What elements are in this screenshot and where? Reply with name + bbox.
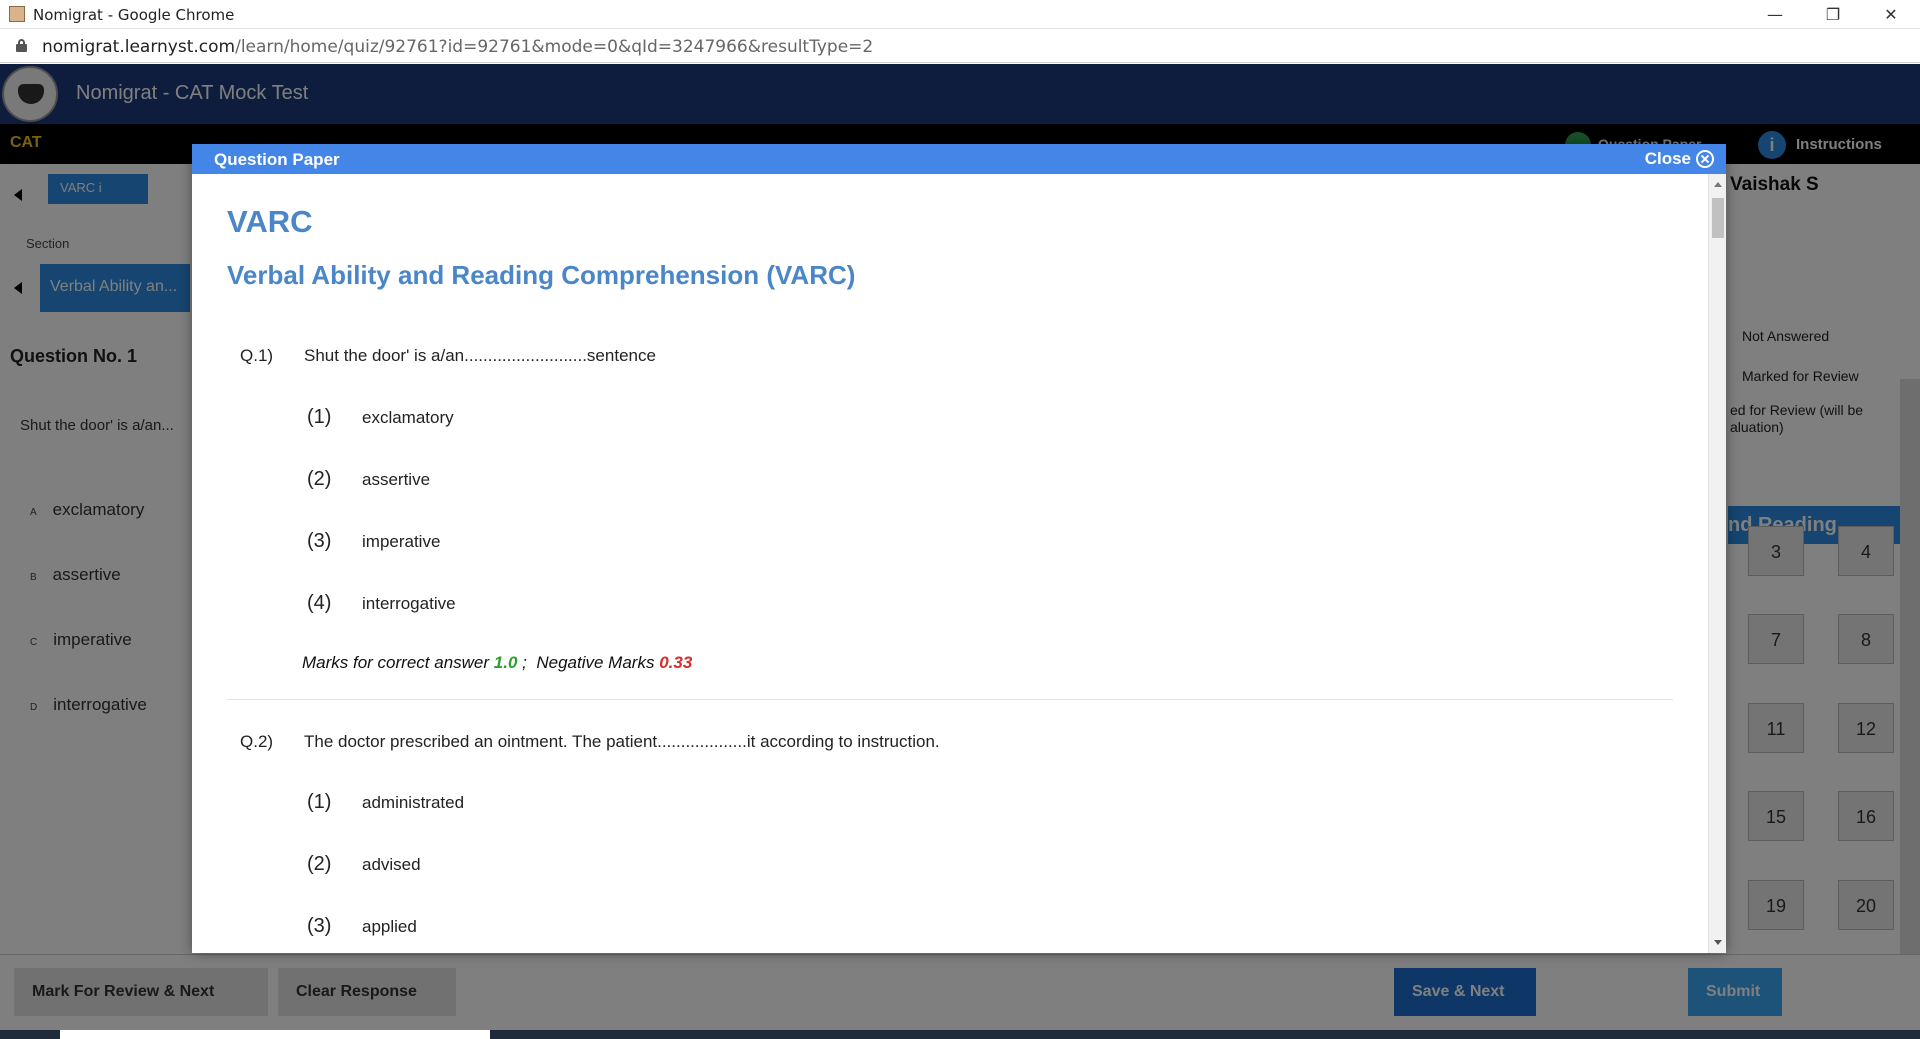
section-code: VARC bbox=[227, 204, 313, 239]
q1-option-2-text: assertive bbox=[362, 470, 431, 489]
window-title: Nomigrat - Google Chrome bbox=[33, 6, 235, 24]
question-2-number: Q.2) bbox=[240, 732, 274, 751]
scroll-down-icon[interactable] bbox=[1714, 940, 1722, 945]
negative-marks-value: 0.33 bbox=[659, 653, 693, 672]
q1-option-3-number: (3) bbox=[307, 530, 332, 552]
q1-option-1-number: (1) bbox=[307, 406, 332, 428]
modal-header: Question Paper Close bbox=[192, 144, 1726, 174]
q1-option-2-number: (2) bbox=[307, 468, 332, 490]
scroll-up-icon[interactable] bbox=[1714, 182, 1722, 187]
q1-marks-info: Marks for correct answer 1.0 ; Negative … bbox=[302, 653, 693, 672]
q2-option-2-text: advised bbox=[362, 855, 421, 874]
q1-option-1-text: exclamatory bbox=[362, 408, 454, 427]
modal-close-button[interactable]: Close bbox=[1645, 149, 1714, 169]
scroll-thumb[interactable] bbox=[1712, 198, 1724, 238]
correct-marks-value: 1.0 bbox=[493, 653, 518, 672]
q2-option-2-number: (2) bbox=[307, 853, 332, 875]
q2-option-1-number: (1) bbox=[307, 791, 332, 813]
q2-option-3-number: (3) bbox=[307, 915, 332, 937]
question-1-text: Shut the door' is a/an..................… bbox=[304, 346, 656, 365]
modal-title: Question Paper bbox=[214, 150, 340, 169]
address-bar[interactable]: nomigrat.learnyst.com/learn/home/quiz/92… bbox=[0, 29, 1920, 63]
question-divider bbox=[227, 699, 1673, 700]
q1-option-4-text: interrogative bbox=[362, 594, 456, 613]
q2-option-1-text: administrated bbox=[362, 793, 465, 812]
q1-option-3-text: imperative bbox=[362, 532, 441, 551]
favicon-icon bbox=[9, 6, 25, 22]
q2-option-3-text: applied bbox=[362, 917, 417, 936]
question-paper-modal: Question Paper Close VARC Verbal Ability… bbox=[192, 144, 1726, 953]
question-paper-content[interactable]: VARC Verbal Ability and Reading Comprehe… bbox=[192, 174, 1708, 953]
browser-title-bar: Nomigrat - Google Chrome — ❐ ✕ bbox=[0, 0, 1920, 29]
question-2-text: The doctor prescribed an ointment. The p… bbox=[304, 732, 940, 751]
minimize-button[interactable]: — bbox=[1752, 0, 1798, 29]
restore-button[interactable]: ❐ bbox=[1810, 0, 1856, 29]
window-close-button[interactable]: ✕ bbox=[1868, 0, 1914, 29]
close-icon[interactable] bbox=[1696, 150, 1714, 168]
lock-icon[interactable] bbox=[16, 39, 27, 52]
url-text[interactable]: nomigrat.learnyst.com/learn/home/quiz/92… bbox=[42, 37, 873, 57]
modal-scrollbar[interactable] bbox=[1708, 174, 1726, 953]
question-1-number: Q.1) bbox=[240, 346, 274, 365]
section-full-name: Verbal Ability and Reading Comprehension… bbox=[227, 260, 856, 290]
os-taskbar bbox=[0, 1030, 1920, 1039]
q1-option-4-number: (4) bbox=[307, 592, 332, 614]
close-label[interactable]: Close bbox=[1645, 149, 1691, 169]
